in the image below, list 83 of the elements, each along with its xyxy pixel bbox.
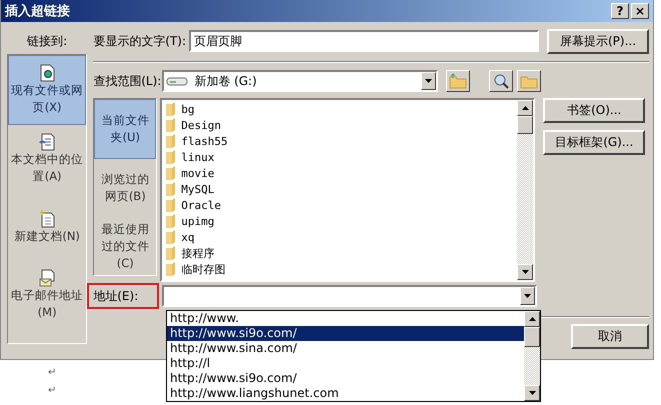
folder-item[interactable]: 临时存图 xyxy=(162,261,518,277)
side-button[interactable]: 书签(O)... xyxy=(543,98,646,123)
browse-option[interactable]: 最近使用过的文件(C) xyxy=(94,217,156,275)
folder-icon xyxy=(166,150,176,164)
folder-name: 临时存图 xyxy=(181,262,226,276)
help-button[interactable]: ? xyxy=(611,3,629,19)
folder-name: bg xyxy=(181,102,194,116)
folder-icon xyxy=(166,230,176,244)
window-title: 插入超链接 xyxy=(5,2,70,20)
folder-icon xyxy=(166,166,176,180)
folder-name: MySQL xyxy=(181,182,214,196)
folder-icon xyxy=(166,246,176,260)
folder-name: xq xyxy=(181,230,194,244)
suggestion-item[interactable]: http://www.sina.com/ xyxy=(167,341,524,356)
scroll-thumb[interactable] xyxy=(517,116,534,134)
suggestion-item[interactable]: http://www.si9o.com/ xyxy=(167,371,524,386)
folder-icon[interactable] xyxy=(517,70,542,92)
link-type-item[interactable]: 电子邮件地址(M) xyxy=(8,261,86,329)
look-in-dropdown[interactable]: 新加卷 (G:) xyxy=(162,70,438,92)
folder-item[interactable]: Oracle xyxy=(162,197,518,213)
folder-item[interactable]: upimg xyxy=(162,213,518,229)
folder-item[interactable]: Design xyxy=(162,117,518,133)
display-text-label: 要显示的文字(T): xyxy=(93,32,186,50)
screen-tip-button[interactable]: 屏幕提示(P)... xyxy=(547,28,649,54)
folder-icon xyxy=(166,134,176,148)
look-in-label: 查找范围(L): xyxy=(93,72,160,90)
suggestion-item[interactable]: http://l xyxy=(167,356,524,371)
folder-name: upimg xyxy=(181,214,214,228)
envelope-icon xyxy=(39,269,56,287)
drive-icon xyxy=(166,75,188,87)
document-page-icon xyxy=(39,133,56,151)
link-type-item[interactable]: 本文档中的位置(A) xyxy=(8,125,86,193)
link-type-label: 新建文档(N) xyxy=(14,228,80,244)
folder-item[interactable]: xq xyxy=(162,229,518,245)
folder-item[interactable]: flash55 xyxy=(162,133,518,149)
suggestion-item[interactable]: http://www.si9o.com/ xyxy=(167,326,524,341)
new-document-icon xyxy=(39,210,56,228)
suggestion-item[interactable]: http://www.liangshunet.com xyxy=(167,386,524,401)
scrollbar[interactable] xyxy=(524,311,540,401)
folder-icon xyxy=(166,182,176,196)
scroll-down-icon[interactable] xyxy=(524,385,540,401)
folder-name: movie xyxy=(181,166,214,180)
paragraph-mark: ↵ xyxy=(48,366,58,380)
address-field[interactable] xyxy=(162,285,538,307)
folder-icon xyxy=(166,262,176,276)
close-button[interactable]: × xyxy=(631,3,649,19)
scroll-thumb[interactable] xyxy=(524,327,540,347)
link-type-label: 电子邮件地址(M) xyxy=(10,287,84,321)
browse-option[interactable]: 当前文件夹(U) xyxy=(94,99,156,159)
web-search-icon[interactable] xyxy=(489,70,514,92)
folder-icon xyxy=(166,102,176,116)
folder-name: Oracle xyxy=(181,198,221,212)
folder-item[interactable]: movie xyxy=(162,165,518,181)
folder-name: 接程序 xyxy=(181,246,214,260)
folder-item[interactable]: bg xyxy=(162,101,518,117)
folder-icon xyxy=(166,198,176,212)
side-button[interactable]: 目标框架(G)... xyxy=(543,130,646,155)
scroll-up-icon[interactable] xyxy=(524,311,540,327)
address-label: 地址(E): xyxy=(87,283,160,309)
folder-icon xyxy=(166,214,176,228)
folder-item[interactable]: 接程序 xyxy=(162,245,518,261)
scroll-down-icon[interactable] xyxy=(517,264,534,280)
folder-name: Design xyxy=(181,118,221,132)
paragraph-mark: ↵ xyxy=(48,384,58,398)
display-text-field[interactable]: 页眉页脚 xyxy=(189,30,539,52)
web-page-file-icon xyxy=(39,64,56,82)
link-to-label: 链接到: xyxy=(27,33,68,50)
link-type-item[interactable]: 新建文档(N) xyxy=(8,193,86,261)
scrollbar[interactable] xyxy=(517,100,534,280)
cancel-button[interactable]: 取消 xyxy=(571,324,649,349)
folder-item[interactable]: linux xyxy=(162,149,518,165)
link-type-label: 本文档中的位置(A) xyxy=(10,151,84,185)
link-type-item[interactable]: 现有文件或网页(X) xyxy=(8,55,86,125)
look-in-value: 新加卷 (G:) xyxy=(194,72,258,90)
scroll-up-icon[interactable] xyxy=(517,100,534,116)
link-type-label: 现有文件或网页(X) xyxy=(11,82,84,116)
folder-name: flash55 xyxy=(181,134,228,148)
folder-name: linux xyxy=(181,150,214,164)
folder-item[interactable]: MySQL xyxy=(162,181,518,197)
browse-option[interactable]: 浏览过的网页(B) xyxy=(94,159,156,217)
folder-back-icon[interactable] xyxy=(446,70,470,92)
suggestion-item[interactable]: http://www. xyxy=(167,311,524,326)
folder-icon xyxy=(166,118,176,132)
